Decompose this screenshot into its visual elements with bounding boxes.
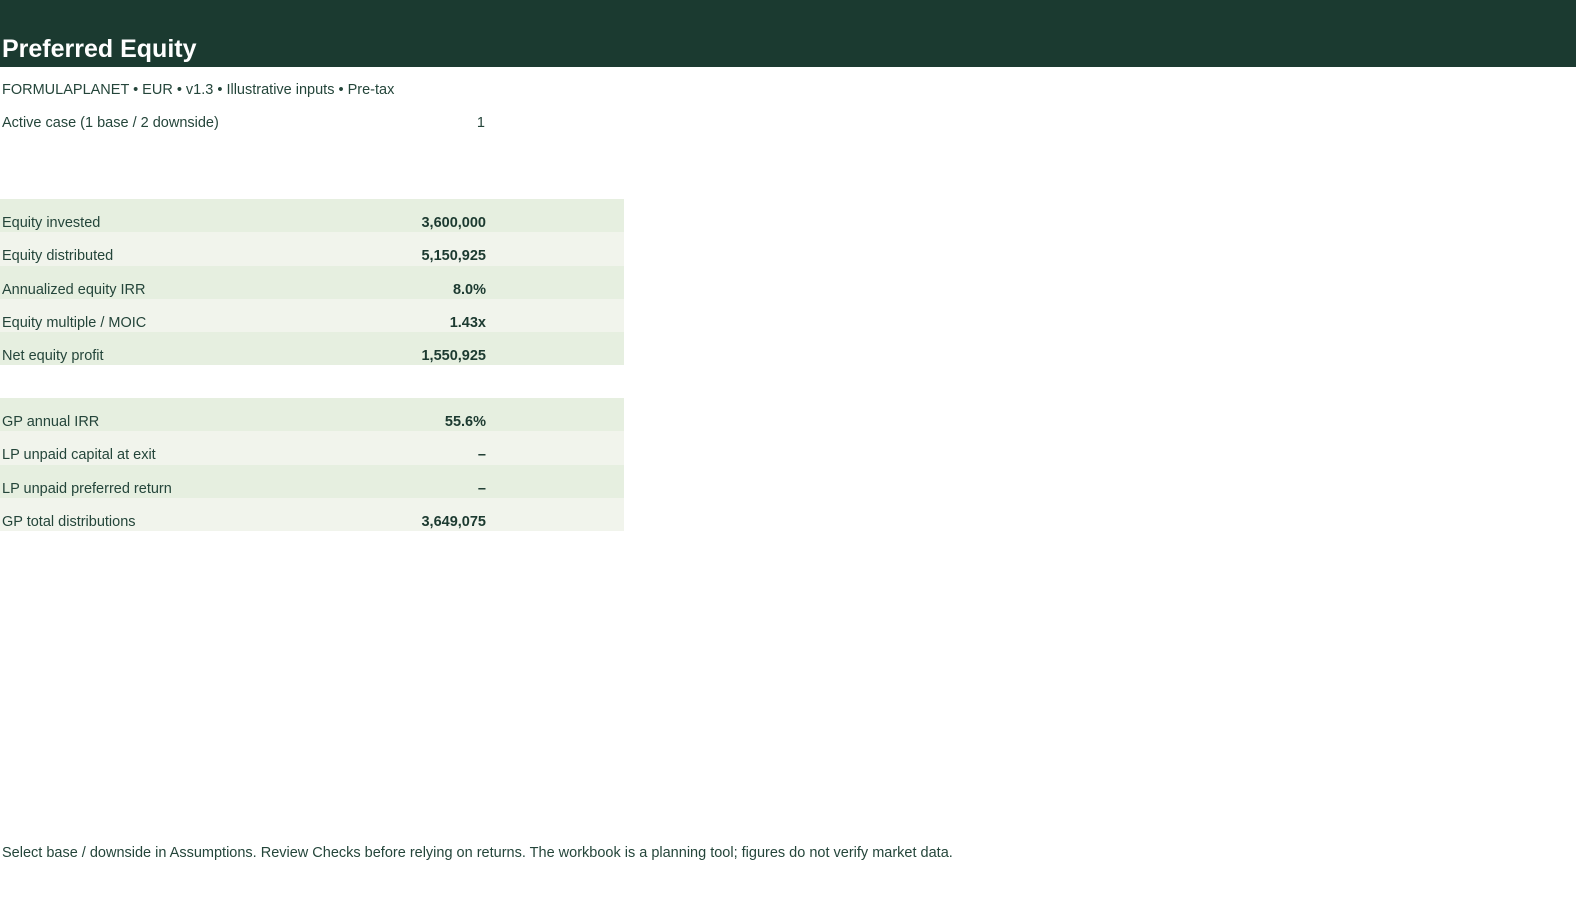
footer-note: Select base / downside in Assumptions. R… (2, 845, 953, 861)
row-label: LP unpaid preferred return (2, 480, 172, 497)
row-value[interactable]: 8.0% (300, 282, 486, 298)
workbook-subtitle: FORMULAPLANET • EUR • v1.3 • Illustrativ… (2, 82, 395, 98)
row-label: GP total distributions (2, 513, 136, 530)
row-value[interactable]: 3,600,000 (300, 215, 486, 231)
equity-summary-table: Equity invested 3,600,000 Equity distrib… (0, 199, 624, 366)
table-row: LP unpaid preferred return – (0, 464, 624, 498)
row-label: LP unpaid capital at exit (2, 447, 156, 464)
table-row: GP total distributions 3,649,075 (0, 497, 624, 532)
row-label: Annualized equity IRR (2, 281, 146, 298)
table-row: Equity invested 3,600,000 (0, 199, 624, 233)
table-row: Equity multiple / MOIC 1.43x (0, 298, 624, 333)
row-label: Equity distributed (2, 248, 114, 265)
active-case-value[interactable]: 1 (477, 115, 485, 131)
row-value[interactable]: 1.43x (300, 315, 486, 331)
table-row: GP annual IRR 55.6% (0, 398, 624, 432)
active-case-row: Active case (1 base / 2 downside) 1 (0, 115, 490, 133)
title-bar (0, 0, 1576, 67)
row-label: GP annual IRR (2, 414, 100, 430)
row-value[interactable]: 55.6% (300, 414, 486, 430)
row-value[interactable]: 5,150,925 (300, 248, 486, 264)
active-case-label: Active case (1 base / 2 downside) (2, 115, 219, 131)
row-value[interactable]: – (300, 481, 486, 497)
table-row: LP unpaid capital at exit – (0, 431, 624, 465)
row-label: Net equity profit (2, 348, 104, 365)
waterfall-summary-table: GP annual IRR 55.6% LP unpaid capital at… (0, 398, 624, 532)
row-label: Equity multiple / MOIC (2, 314, 147, 331)
table-row: Equity distributed 5,150,925 (0, 232, 624, 266)
row-value[interactable]: 3,649,075 (300, 514, 486, 530)
row-value[interactable]: 1,550,925 (300, 348, 486, 364)
table-row: Annualized equity IRR 8.0% (0, 265, 624, 299)
page-title: Preferred Equity (2, 35, 197, 63)
row-value[interactable]: – (300, 447, 486, 463)
row-label: Equity invested (2, 215, 101, 231)
table-row: Net equity profit 1,550,925 (0, 332, 624, 366)
